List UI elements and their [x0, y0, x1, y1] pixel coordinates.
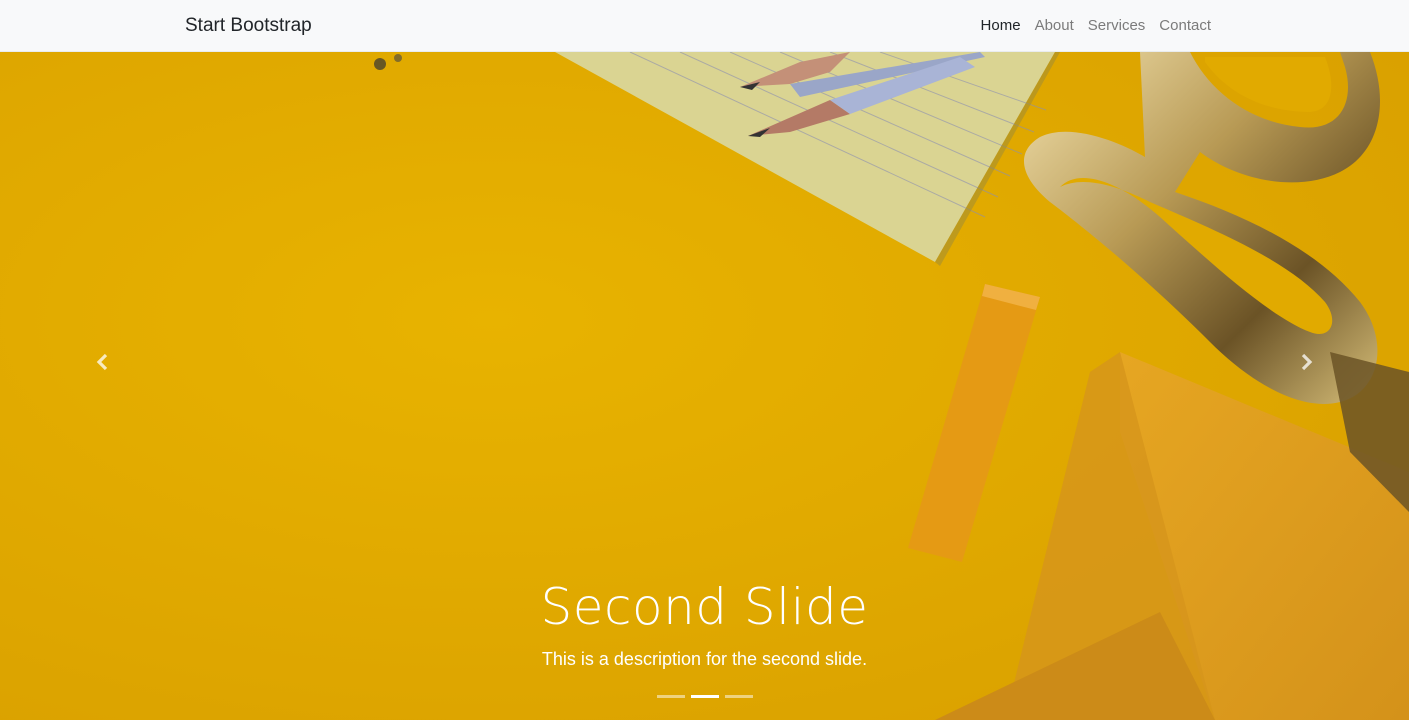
nav-link-home[interactable]: Home: [974, 16, 1028, 36]
carousel-indicators: [0, 695, 1409, 698]
indicator-slide-1[interactable]: [656, 695, 685, 698]
hero-carousel: Second Slide This is a description for t…: [0, 52, 1409, 720]
brand-link[interactable]: Start Bootstrap: [185, 14, 312, 38]
nav-link-services[interactable]: Services: [1081, 16, 1153, 36]
slide-caption: Second Slide This is a description for t…: [0, 576, 1409, 672]
indicator-slide-2[interactable]: [690, 695, 719, 698]
nav-link-about[interactable]: About: [1028, 16, 1081, 36]
indicator-slide-3[interactable]: [724, 695, 753, 698]
slide-title: Second Slide: [540, 578, 869, 636]
chevron-left-icon: [96, 353, 108, 371]
nav-links: Home About Services Contact: [974, 16, 1218, 36]
nav-item-home: Home: [974, 16, 1028, 36]
carousel-next-button[interactable]: [1287, 342, 1327, 382]
top-navbar: Start Bootstrap Home About Services Cont…: [0, 0, 1409, 52]
chevron-right-icon: [1301, 353, 1313, 371]
nav-item-about: About: [1028, 16, 1081, 36]
nav-item-services: Services: [1081, 16, 1153, 36]
carousel-prev-button[interactable]: [82, 342, 122, 382]
nav-item-contact: Contact: [1152, 16, 1218, 36]
slide-description: This is a description for the second sli…: [541, 649, 868, 669]
nav-link-contact[interactable]: Contact: [1152, 16, 1218, 36]
